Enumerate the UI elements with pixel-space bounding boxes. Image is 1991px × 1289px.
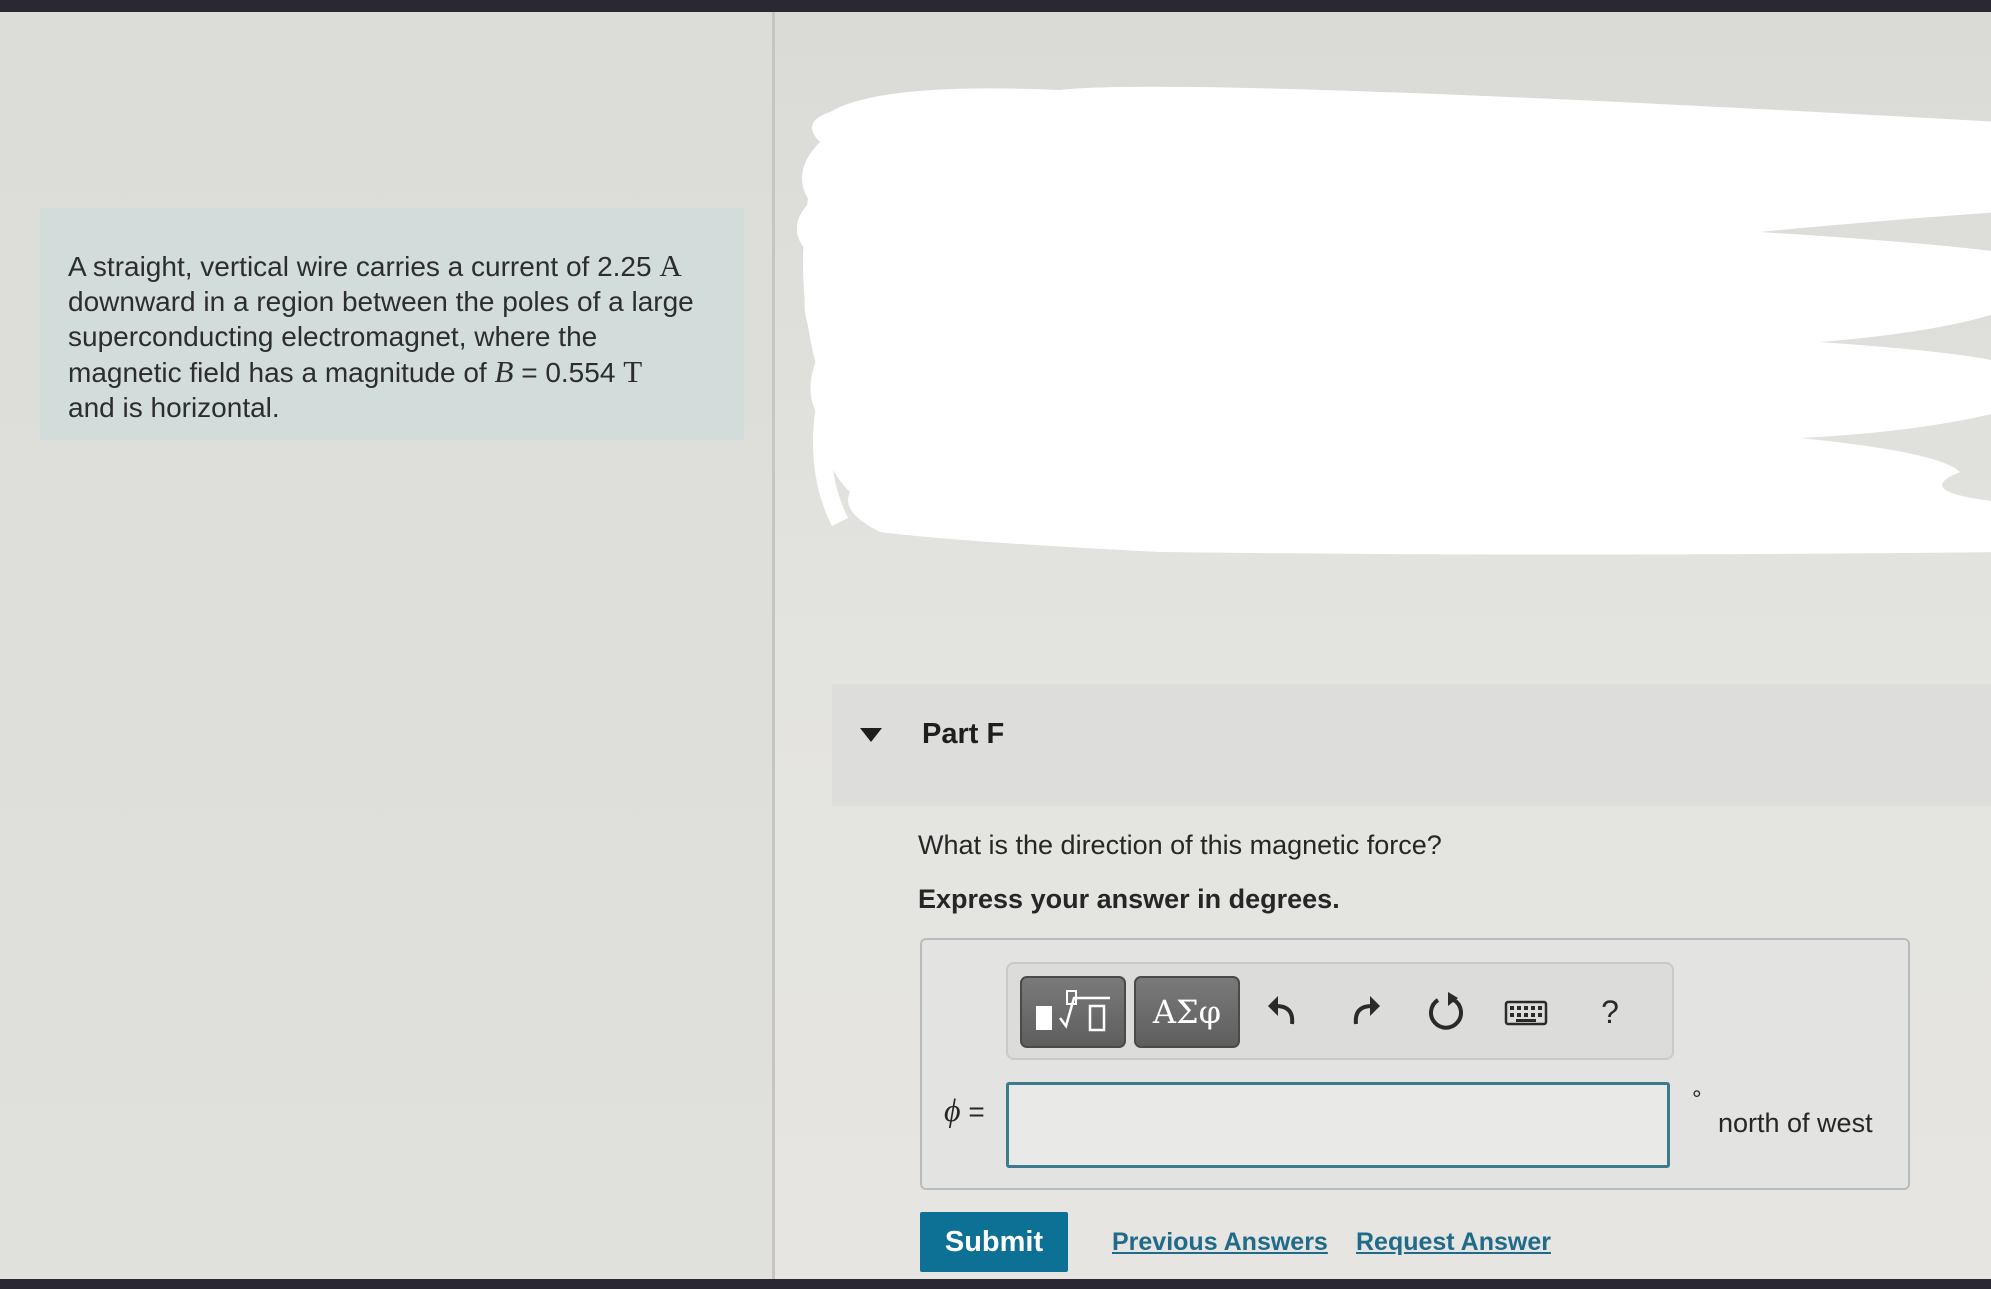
- problem-line: downward in a region between the poles o…: [68, 286, 694, 317]
- problem-text: A straight, vertical wire carries a curr…: [68, 251, 652, 282]
- caret-down-icon[interactable]: [860, 728, 882, 742]
- answer-input[interactable]: [1006, 1082, 1670, 1168]
- redo-glyph: [1353, 996, 1380, 1025]
- problem-line: superconducting electromagnet, where the: [68, 321, 598, 352]
- templates-glyph: [1036, 990, 1110, 1032]
- reset-glyph: [1429, 992, 1463, 1030]
- undo-glyph: [1268, 996, 1295, 1025]
- greek-symbols-icon[interactable]: ΑΣφ: [1134, 976, 1240, 1048]
- problem-line: magnetic field has a magnitude of B = 0.…: [68, 354, 714, 390]
- redaction-scribble: [796, 86, 1991, 555]
- previous-answers-link[interactable]: Previous Answers: [1112, 1228, 1328, 1257]
- redo-icon[interactable]: [1336, 984, 1396, 1040]
- answer-label: ϕ =: [944, 1092, 985, 1129]
- instruction-text: Express your answer in degrees.: [918, 884, 1340, 914]
- templates-icon[interactable]: [1020, 976, 1126, 1048]
- problem-line: A straight, vertical wire carries a curr…: [68, 248, 714, 284]
- phi-symbol: ϕ: [944, 1092, 961, 1128]
- unit-label: north of west: [1718, 1108, 1873, 1138]
- problem-line: and is horizontal.: [68, 392, 280, 423]
- reset-icon[interactable]: [1416, 984, 1476, 1040]
- field-variable: B: [494, 354, 514, 389]
- degree-sign: °: [1692, 1086, 1702, 1113]
- keyboard-glyph: [1504, 1000, 1548, 1026]
- undo-icon[interactable]: [1254, 984, 1314, 1040]
- part-title: Part F: [922, 718, 1005, 750]
- current-unit: A: [659, 248, 682, 283]
- request-answer-link[interactable]: Request Answer: [1356, 1228, 1551, 1257]
- part-header[interactable]: Part F: [832, 684, 1991, 806]
- screen: A straight, vertical wire carries a curr…: [0, 12, 1991, 1279]
- field-unit: T: [623, 354, 643, 389]
- equals-sign: =: [968, 1096, 985, 1127]
- submit-button[interactable]: Submit: [920, 1212, 1068, 1272]
- question-text: What is the direction of this magnetic f…: [918, 830, 1442, 860]
- answer-panel: ΑΣφ ? ϕ = ° north of west: [920, 938, 1910, 1190]
- field-value: = 0.554: [521, 357, 616, 388]
- problem-statement: A straight, vertical wire carries a curr…: [40, 208, 744, 440]
- problem-text: magnetic field has a magnitude of: [68, 357, 487, 388]
- math-toolbar: ΑΣφ ?: [1006, 962, 1674, 1060]
- keyboard-icon[interactable]: [1496, 984, 1556, 1040]
- problem-pane: A straight, vertical wire carries a curr…: [0, 12, 772, 1279]
- help-icon[interactable]: ?: [1580, 984, 1640, 1040]
